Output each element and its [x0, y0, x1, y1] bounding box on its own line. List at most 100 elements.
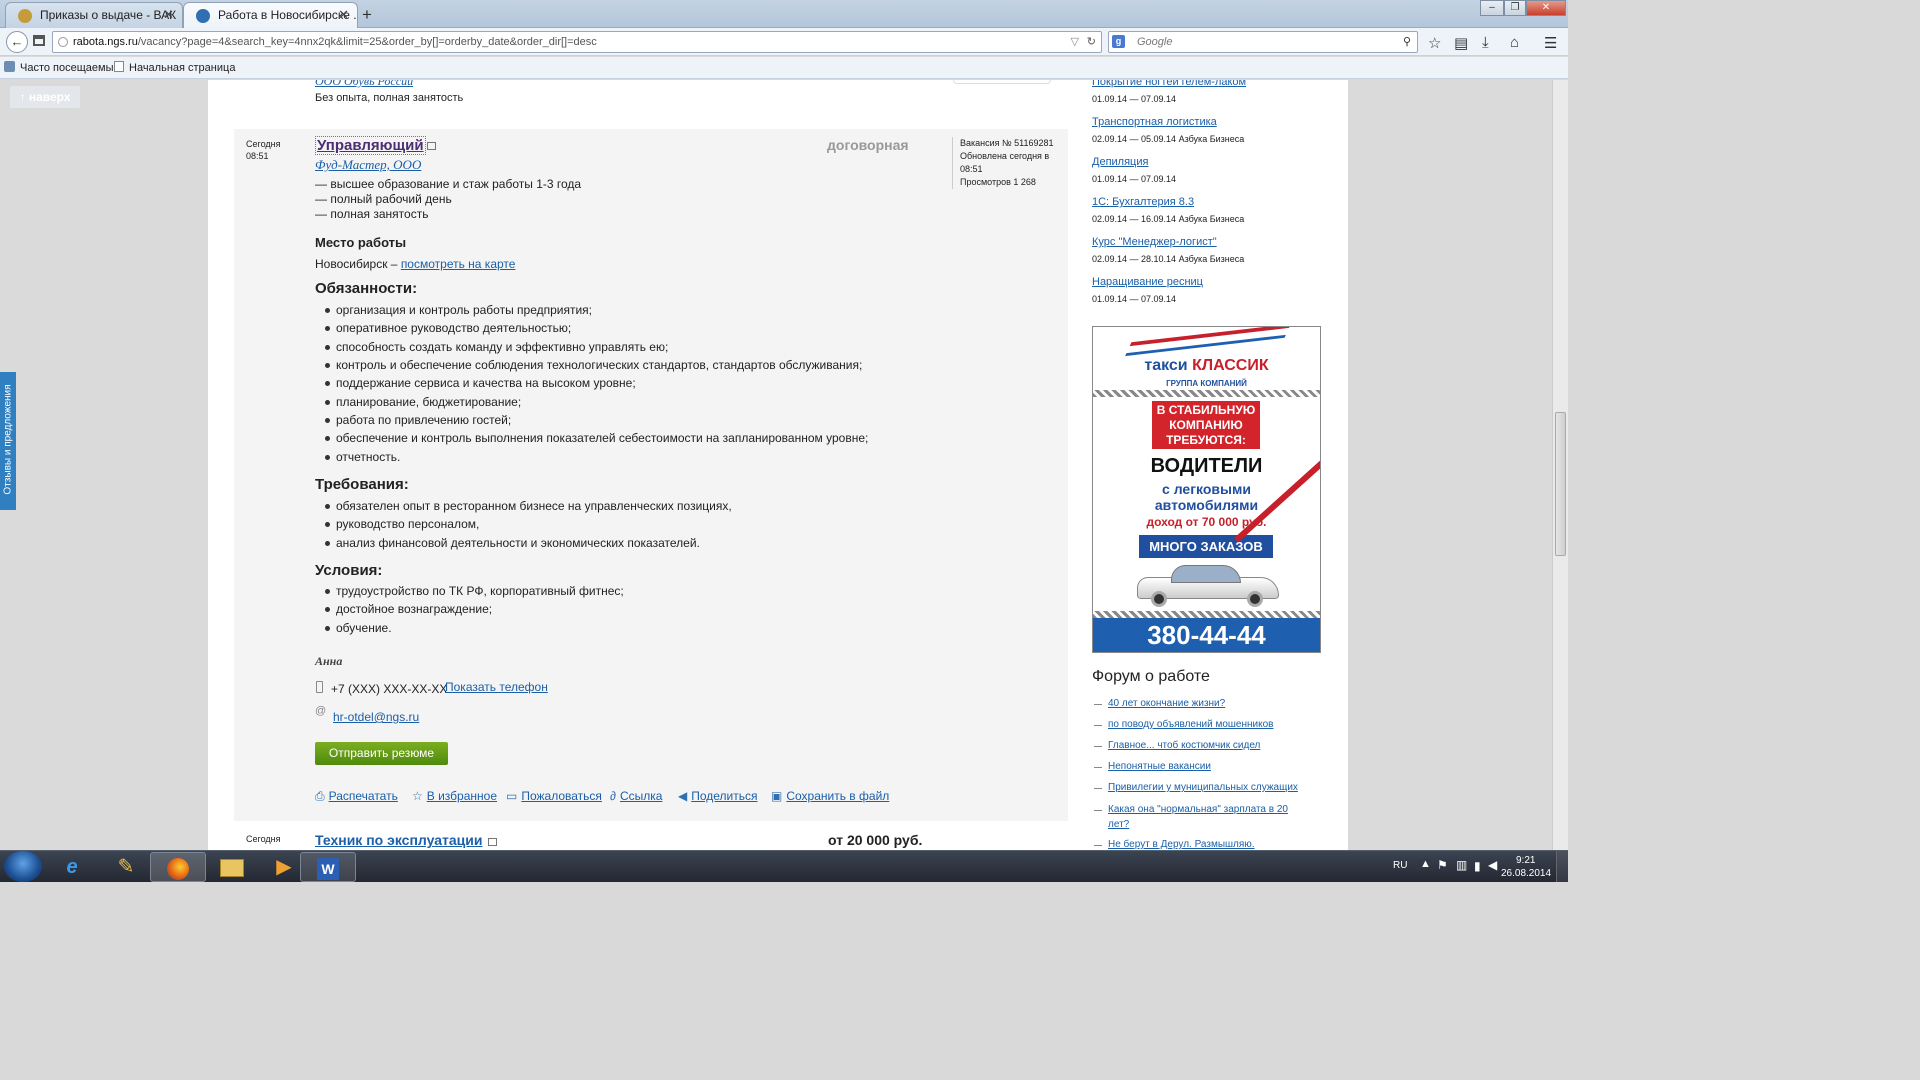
menu-icon[interactable]: ☰ [1544, 34, 1557, 52]
tray-app-icon[interactable]: ⚑ [1437, 858, 1448, 872]
internet-explorer-icon[interactable]: e [44, 852, 100, 882]
open-new-window-icon[interactable] [427, 142, 436, 150]
search-input[interactable]: g Google ⚲ [1108, 31, 1418, 53]
course-link[interactable]: Курс "Менеджер-логист" [1092, 236, 1217, 248]
bookmarks-menu-icon[interactable]: ▤ [1454, 34, 1468, 52]
car-icon [1137, 563, 1279, 607]
next-vacancy-date: Сегодня [246, 834, 281, 844]
star-icon: ☆ [412, 789, 423, 803]
forum-topic-link[interactable]: Привилегии у муниципальных служащих [1094, 782, 1298, 793]
forum-topic-link[interactable]: по поводу объявлений мошенников [1093, 719, 1273, 730]
vacancy-meta: Вакансия № 51169281 Обновлена сегодня в … [952, 137, 1068, 189]
open-new-window-icon[interactable] [488, 838, 497, 846]
share-button[interactable]: ◀ Поделиться [678, 789, 758, 803]
print-button[interactable]: ⎙ Распечатать [315, 789, 398, 804]
history-icon[interactable] [33, 35, 45, 46]
utility-app-icon[interactable]: ✎ [98, 852, 154, 882]
prev-vacancy-company[interactable]: ООО Обувь России [315, 80, 413, 89]
back-arrow-icon[interactable]: ← [6, 31, 28, 53]
network-icon[interactable]: ▥ [1456, 858, 1467, 872]
map-link[interactable]: посмотреть на карте [401, 257, 516, 271]
vacancy-number: Вакансия № 51169281 [960, 138, 1054, 148]
forum-topic-link[interactable]: Какая она "нормальная" зарплата в 20 [1094, 804, 1288, 815]
complain-button[interactable]: ▭ Пожаловаться [506, 789, 602, 803]
course-link[interactable]: Депиляция [1092, 156, 1148, 168]
link-button[interactable]: ∂ Ссылка [610, 789, 662, 803]
minimize-button[interactable]: – [1480, 0, 1504, 16]
print-icon: ⎙ [315, 789, 325, 803]
list-item: трудоустройство по ТК РФ, корпоративный … [325, 584, 624, 598]
taskbar: e ✎ ▶ W RU ▲ ⚑ ▥ ▮ ◀ 9:21 26.08.2014 [0, 850, 1568, 882]
list-item: способность создать команду и эффективно… [324, 340, 669, 354]
list-item: планирование, бюджетирование; [324, 395, 522, 409]
list-item: контроль и обеспечение соблюдения технол… [324, 358, 863, 372]
list-item: отчетность. [324, 450, 401, 464]
place-city: Новосибирск – посмотреть на карте [315, 257, 516, 271]
next-vacancy-title[interactable]: Техник по эксплуатации [315, 832, 482, 848]
address-bar[interactable]: rabota.ngs.ru/vacancy?page=4&search_key=… [52, 31, 1102, 53]
course-link[interactable]: Наращивание ресниц [1092, 276, 1203, 288]
show-desktop-button[interactable] [1556, 851, 1568, 882]
scrollbar-thumb[interactable] [1555, 412, 1566, 556]
window-close-button[interactable]: ✕ [1526, 0, 1566, 16]
course-dates: 02.09.14 — 05.09.14 Азбука Бизнеса [1092, 134, 1245, 144]
course-dates: 01.09.14 — 07.09.14 [1092, 294, 1177, 304]
ad-red-box: В СТАБИЛЬНУЮ КОМПАНИЮ ТРЕБУЮТСЯ: [1152, 401, 1260, 449]
clock-date[interactable]: 26.08.2014 [1501, 868, 1551, 879]
clock-time[interactable]: 9:21 [1516, 855, 1535, 866]
forum-topic-link[interactable]: Не берут в Дерул. Размышляю. [1094, 839, 1255, 850]
scroll-up-button[interactable]: ↑ наверх [10, 86, 80, 108]
battery-icon[interactable]: ▮ [1474, 859, 1481, 873]
close-icon[interactable]: ✕ [163, 3, 174, 27]
word-icon[interactable]: W [300, 852, 356, 882]
tab-bar: Приказы о выдаче - ВАК ✕ Работа в Новоси… [0, 0, 1568, 28]
contact-email[interactable]: hr-otdel@ngs.ru [333, 710, 419, 724]
ad-swoosh [1125, 327, 1291, 357]
most-visited-bookmark[interactable]: Часто посещаемые [4, 57, 120, 79]
feedback-tab[interactable]: Отзывы и предложения [0, 372, 16, 510]
show-phone-link[interactable]: Показать телефон [445, 680, 548, 694]
forum-topic-link[interactable]: Непонятные вакансии [1094, 761, 1211, 772]
complain-icon: ▭ [506, 789, 518, 803]
close-icon[interactable]: ✕ [338, 3, 349, 27]
vacancy-company[interactable]: Фуд-Мастер, ООО [315, 157, 421, 173]
tray-arrow-icon[interactable]: ▲ [1420, 858, 1431, 870]
vacancy-views: Просмотров 1 268 [960, 177, 1036, 187]
downloads-icon[interactable]: ⤓ [1482, 34, 1489, 51]
bookmark-icon [4, 61, 15, 72]
forum-topic-link[interactable]: Главное... чтоб костюмчик сидел [1093, 740, 1260, 751]
maximize-button[interactable]: ❐ [1504, 0, 1526, 16]
dropdown-icon[interactable]: ▽ [1071, 32, 1079, 52]
bookmark-star-icon[interactable]: ☆ [1428, 34, 1441, 52]
vacancy-title[interactable]: Управляющий [315, 136, 426, 155]
start-button[interactable] [4, 851, 42, 882]
course-dates: 02.09.14 — 28.10.14 Азбука Бизнеса [1092, 254, 1245, 264]
forum-topic-link[interactable]: 40 лет окончание жизни? [1093, 698, 1225, 709]
course-link[interactable]: 1С: Бухгалтерия 8.3 [1092, 196, 1194, 208]
send-resume-button[interactable]: Отправить резюме [315, 742, 448, 765]
tab-vak[interactable]: Приказы о выдаче - ВАК ✕ [5, 2, 183, 28]
save-file-button[interactable]: ▣ Сохранить в файл [771, 789, 889, 803]
forum-title: Форум о работе [1092, 668, 1210, 685]
favorite-button[interactable]: ☆ В избранное [412, 789, 497, 803]
prev-vacancy-conditions: Без опыта, полная занятость [315, 92, 464, 104]
firefox-icon[interactable] [150, 852, 206, 882]
course-link[interactable]: Транспортная логистика [1092, 116, 1217, 128]
tab-rabota[interactable]: Работа в Новосибирске ... ✕ [183, 2, 358, 28]
magnifier-icon[interactable]: ⚲ [1403, 32, 1411, 52]
file-explorer-icon[interactable] [204, 852, 260, 882]
home-icon[interactable]: ⌂ [1510, 34, 1519, 51]
page-scrollbar[interactable] [1552, 80, 1568, 850]
vacancy-salary: договорная [827, 137, 909, 153]
home-page-bookmark[interactable]: Начальная страница [114, 57, 235, 79]
language-indicator[interactable]: RU [1393, 860, 1407, 871]
list-item: поддержание сервиса и качества на высоко… [325, 376, 636, 390]
reload-icon[interactable]: ↻ [1087, 32, 1096, 52]
list-item: обучение. [325, 621, 392, 635]
globe-icon [58, 37, 68, 47]
taxi-ad-banner[interactable]: такси КЛАССИК ГРУППА КОМПАНИЙ В СТАБИЛЬН… [1092, 326, 1321, 653]
forum-topic-link-cont[interactable]: лет? [1108, 819, 1129, 830]
new-tab-button[interactable]: + [362, 5, 372, 25]
course-link[interactable]: Покрытие ногтей гелем-лаком [1092, 80, 1246, 88]
volume-icon[interactable]: ◀ [1488, 858, 1497, 872]
